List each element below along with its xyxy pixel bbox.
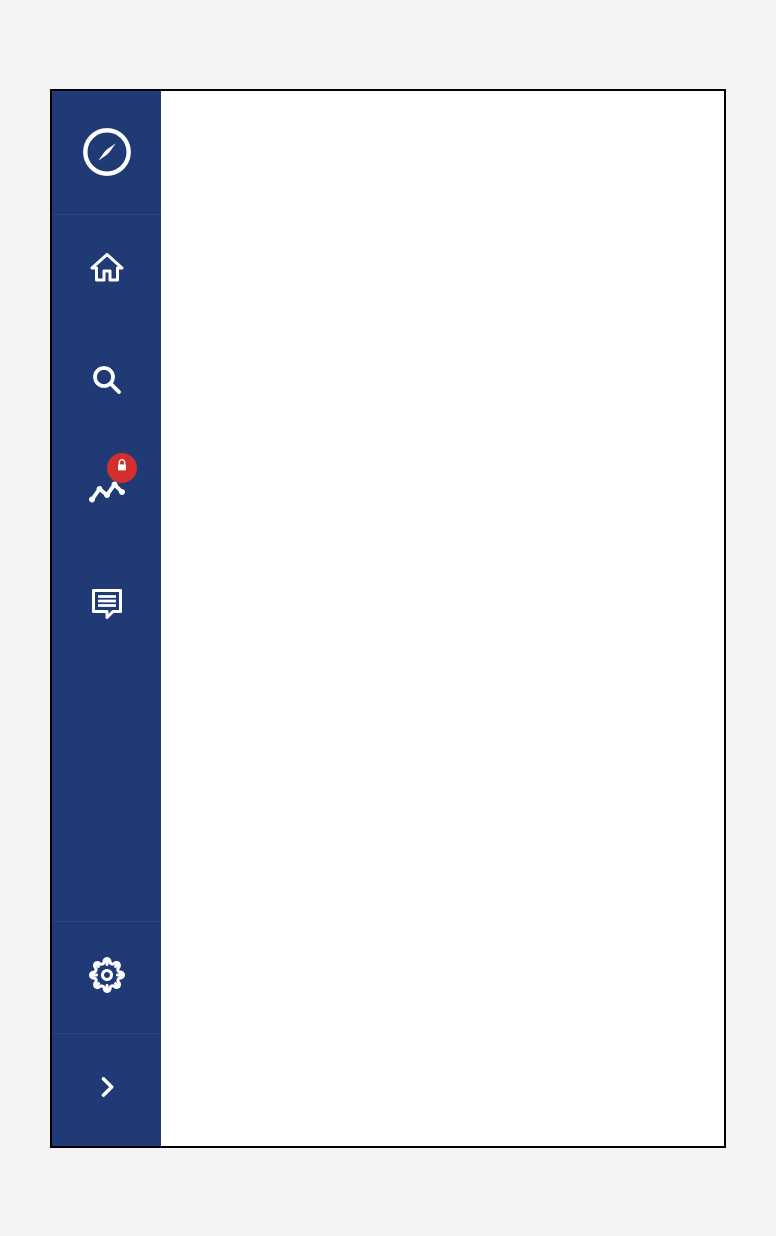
lock-badge	[107, 453, 137, 483]
search-icon	[89, 362, 125, 403]
nav-item-analytics[interactable]	[52, 439, 161, 551]
nav-item-settings[interactable]	[52, 922, 161, 1034]
nav-item-search[interactable]	[52, 327, 161, 439]
sidebar-footer	[52, 921, 161, 1146]
main-content	[161, 91, 724, 1146]
lock-icon	[114, 457, 130, 478]
nav-item-comment[interactable]	[52, 551, 161, 663]
comment-icon	[89, 586, 125, 627]
settings-icon	[89, 957, 125, 998]
home-icon	[89, 250, 125, 291]
sidebar	[52, 91, 161, 1146]
sidebar-nav	[52, 215, 161, 921]
chevron-right-icon	[93, 1073, 121, 1106]
app-window	[50, 89, 726, 1148]
nav-item-expand[interactable]	[52, 1034, 161, 1146]
compass-icon	[81, 126, 133, 178]
sidebar-header[interactable]	[52, 91, 161, 215]
nav-item-home[interactable]	[52, 215, 161, 327]
